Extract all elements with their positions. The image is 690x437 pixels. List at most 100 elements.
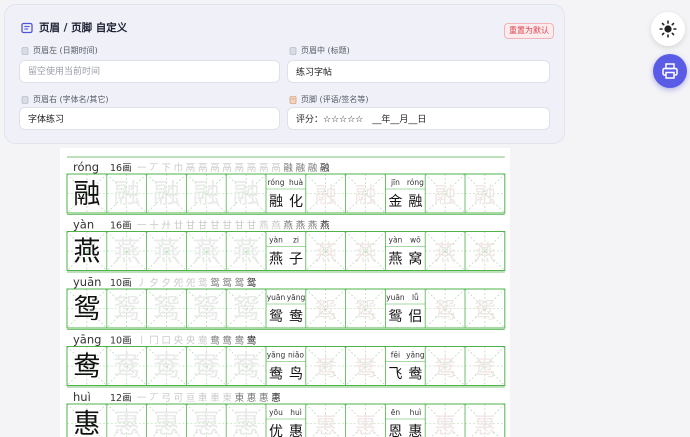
stroke-step: 廾 (161, 221, 171, 232)
stroke-step: 融 (320, 163, 330, 174)
word-character: 窝 (408, 251, 422, 268)
stroke-step: 鸳 (222, 277, 232, 289)
print-button[interactable] (653, 54, 687, 88)
stroke-step: 廿 (174, 220, 184, 232)
model-character: 鸯 (73, 352, 100, 383)
stroke-step: 一 (137, 221, 147, 232)
stroke-step: 鸳 (198, 277, 208, 289)
trace-character: 鸯 (193, 352, 220, 383)
stroke-step: 丆 (149, 393, 159, 404)
stroke-step: 鸳 (210, 277, 220, 289)
header-right-label: 页眉右 (字体名/其它) (21, 94, 108, 105)
word-pinyin: yàn (269, 236, 283, 245)
sun-icon (659, 20, 677, 38)
trace-character: 鸳 (434, 299, 456, 324)
word-pinyin: fēi (391, 351, 400, 360)
char-pinyin: huì (73, 390, 91, 404)
char-pinyin: róng (73, 160, 99, 174)
word-pinyin: lǚ (412, 293, 419, 302)
trace-character: 鸯 (233, 352, 260, 383)
header-left-input[interactable] (19, 60, 280, 83)
word-pinyin: yāng (406, 351, 425, 360)
model-character: 鸳 (73, 294, 100, 325)
stroke-step: 燕 (283, 220, 293, 232)
stroke-step: 燕 (320, 220, 330, 232)
worksheet-grid: róng 16画一丆下巾鬲鬲鬲鬲鬲鬲鬲鬲融融融融融融融融融融融融融róng huà融… (66, 156, 506, 437)
word-character: 燕 (269, 252, 283, 268)
word-pinyin: ēn (391, 408, 401, 417)
word-character: 鸟 (289, 367, 303, 383)
trace-character: 融 (193, 179, 220, 210)
stroke-step: 甘 (247, 220, 257, 232)
trace-character: 燕 (153, 237, 180, 268)
stroke-step: 燕 (271, 220, 281, 232)
char-entry-row: róng 16画一丆下巾鬲鬲鬲鬲鬲鬲鬲鬲融融融融融融融融融融融融融róng huà融… (66, 156, 506, 214)
trace-character: 燕 (434, 242, 456, 267)
theme-toggle-button[interactable] (651, 12, 685, 46)
stroke-step: 東 (235, 392, 245, 404)
stroke-step: 甘 (222, 220, 232, 232)
model-character: 惠 (73, 409, 100, 437)
word-character: 鸯 (408, 367, 422, 383)
stroke-step: 丆 (149, 163, 159, 174)
printer-icon (662, 63, 678, 79)
stroke-step: 鬲 (259, 163, 269, 174)
word-character: 融 (269, 194, 283, 210)
header-center-input[interactable] (287, 60, 550, 83)
stroke-step: 亘 (186, 393, 196, 404)
stroke-step: 鬲 (235, 163, 245, 174)
trace-character: 鸯 (153, 352, 180, 383)
trace-character: 鸳 (233, 294, 260, 325)
trace-character: 惠 (193, 409, 220, 437)
stroke-step: 夕 (161, 277, 171, 289)
stroke-step: 甘 (198, 220, 208, 232)
stroke-step: 燕 (308, 220, 318, 232)
header-center-label: 页眉中 (标题) (289, 45, 350, 56)
stroke-step: 巾 (174, 162, 184, 174)
header-left-label-text: 页眉左 (日期时间) (33, 46, 98, 55)
stroke-step: 央 (186, 335, 196, 347)
word-pinyin: yāng (287, 293, 306, 302)
word-character: 融 (408, 194, 422, 210)
word-character: 飞 (388, 367, 402, 383)
memo-icon (289, 95, 297, 104)
stroke-step: 甘 (235, 220, 245, 232)
stroke-step: 夗 (174, 277, 184, 289)
char-pinyin: yàn (73, 218, 94, 232)
stroke-count: 10画 (110, 278, 132, 289)
stroke-step: 鸯 (210, 335, 220, 347)
stroke-step: 丨 (137, 336, 147, 347)
model-character: 融 (73, 179, 100, 210)
header-right-label-text: 页眉右 (字体名/其它) (33, 95, 109, 104)
note-icon (21, 46, 29, 55)
stroke-step: 鸯 (198, 335, 208, 347)
stroke-step: 惠 (247, 392, 257, 404)
stroke-step: 鸳 (235, 277, 245, 289)
stroke-step: 惠 (271, 392, 281, 404)
char-pinyin: yāng (73, 333, 101, 347)
stroke-step: 口 (161, 336, 171, 347)
stroke-step: 車 (210, 392, 220, 404)
word-pinyin: yāng (267, 351, 286, 360)
word-character: 惠 (289, 424, 303, 437)
stroke-step: 鬲 (210, 163, 220, 174)
stroke-step: 十 (149, 220, 159, 232)
trace-character: 融 (153, 179, 180, 210)
document-icon (21, 22, 33, 33)
model-character: 燕 (73, 237, 100, 268)
trace-character: 惠 (474, 414, 496, 437)
stroke-step: 丿 (137, 278, 147, 289)
word-character: 恩 (388, 424, 402, 437)
char-entry-row: yāng 10画丨冂口央央鸯鸯鸯鸯鸯鸯鸯鸯鸯鸯鸯鸯鸯鸯yāng niǎo鸯 鸟fēi y… (66, 329, 506, 386)
footer-input[interactable] (287, 107, 550, 130)
trace-character: 燕 (113, 237, 140, 268)
word-pinyin: niǎo (288, 351, 304, 360)
word-character: 化 (289, 194, 303, 210)
trace-character: 燕 (354, 242, 376, 267)
word-character: 鸳 (269, 309, 283, 325)
stroke-step: 燕 (296, 220, 306, 232)
stroke-step: 鬲 (271, 163, 281, 174)
word-character: 燕 (388, 252, 402, 268)
reset-default-button[interactable]: 重置为默认 (504, 23, 554, 39)
header-right-input[interactable] (19, 107, 280, 130)
